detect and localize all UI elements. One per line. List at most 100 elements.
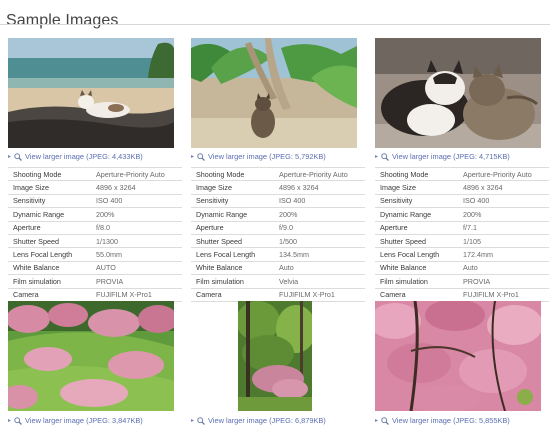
exif-label: Aperture [191, 221, 274, 235]
view-larger-link[interactable]: ▸ View larger image (JPEG: 3,847KB) [8, 416, 143, 425]
exif-value: Aperture-Priority Auto [91, 166, 182, 182]
exif-value: Auto [458, 261, 549, 276]
exif-value: 1/500 [274, 234, 365, 249]
magnifier-icon [14, 152, 22, 161]
photo-cat-beach [8, 38, 174, 148]
page-title: Sample Images [6, 11, 119, 29]
view-larger-link-text[interactable]: View larger image (JPEG: 3,847KB) [25, 416, 143, 425]
exif-value: Auto [274, 261, 365, 276]
view-larger-link-text[interactable]: View larger image (JPEG: 5,792KB) [208, 152, 326, 161]
exif-label: White Balance [8, 261, 91, 276]
sample-image-cat-on-rocks[interactable] [8, 38, 174, 148]
exif-label: Dynamic Range [8, 207, 91, 222]
triangle-right-icon: ▸ [8, 154, 12, 160]
exif-table: Shooting Mode Aperture-Priority Auto Imag… [191, 166, 365, 302]
exif-table: Shooting Mode Aperture-Priority Auto Imag… [375, 166, 549, 302]
exif-label: Camera [8, 288, 91, 302]
exif-label: Image Size [8, 180, 91, 195]
triangle-right-icon: ▸ [375, 154, 379, 160]
exif-row: White Balance AUTO [8, 261, 182, 276]
triangle-right-icon: ▸ [191, 154, 195, 160]
view-larger-link[interactable]: ▸ View larger image (JPEG: 5,855KB) [375, 416, 510, 425]
sample-image-cat-under-plants[interactable] [191, 38, 357, 148]
exif-row: Dynamic Range 200% [375, 207, 549, 222]
exif-label: Shooting Mode [191, 166, 274, 182]
triangle-right-icon: ▸ [191, 418, 195, 424]
view-larger-link-text[interactable]: View larger image (JPEG: 6,879KB) [208, 416, 326, 425]
view-larger-link[interactable]: ▸ View larger image (JPEG: 6,879KB) [191, 416, 326, 425]
exif-row: White Balance Auto [191, 261, 365, 276]
exif-value: FUJIFILM X-Pro1 [458, 288, 549, 302]
exif-value: FUJIFILM X-Pro1 [274, 288, 365, 302]
exif-row: White Balance Auto [375, 261, 549, 276]
exif-row: Lens Focal Length 55.0mm [8, 247, 182, 262]
sample-image-cherry-blossoms[interactable] [375, 301, 541, 411]
exif-label: Aperture [8, 221, 91, 235]
exif-label: Dynamic Range [191, 207, 274, 222]
exif-table: Shooting Mode Aperture-Priority Auto Imag… [8, 166, 182, 302]
exif-row: Camera FUJIFILM X-Pro1 [191, 288, 365, 302]
view-larger-link[interactable]: ▸ View larger image (JPEG: 4,715KB) [375, 152, 510, 161]
triangle-right-icon: ▸ [375, 418, 379, 424]
exif-value: ISO 400 [91, 194, 182, 209]
view-larger-link[interactable]: ▸ View larger image (JPEG: 4,433KB) [8, 152, 143, 161]
exif-row: Shutter Speed 1/1300 [8, 234, 182, 249]
photo-cherry-blossoms [375, 301, 541, 411]
exif-label: Lens Focal Length [191, 247, 274, 262]
exif-label: Lens Focal Length [8, 247, 91, 262]
photo-forest-tree [238, 301, 312, 411]
exif-label: Shooting Mode [375, 166, 458, 182]
exif-row: Film simulation Velvia [191, 274, 365, 289]
sample-image-forest-blossom[interactable] [238, 301, 312, 411]
exif-row: Shooting Mode Aperture-Priority Auto [191, 166, 365, 182]
exif-label: White Balance [375, 261, 458, 276]
exif-value: Velvia [274, 274, 365, 289]
view-larger-link-text[interactable]: View larger image (JPEG: 5,855KB) [392, 416, 510, 425]
exif-label: Shutter Speed [375, 234, 458, 249]
exif-row: Aperture f/7.1 [375, 221, 549, 235]
exif-value: 200% [274, 207, 365, 222]
exif-value: Aperture-Priority Auto [274, 166, 365, 182]
exif-value: PROVIA [91, 274, 182, 289]
exif-row: Lens Focal Length 134.5mm [191, 247, 365, 262]
exif-label: Sensitivity [191, 194, 274, 209]
exif-label: Camera [191, 288, 274, 302]
view-larger-link-text[interactable]: View larger image (JPEG: 4,715KB) [392, 152, 510, 161]
exif-label: Image Size [191, 180, 274, 195]
exif-value: f/7.1 [458, 221, 549, 235]
exif-value: 55.0mm [91, 247, 182, 262]
exif-row: Shooting Mode Aperture-Priority Auto [375, 166, 549, 182]
exif-value: 200% [458, 207, 549, 222]
exif-value: ISO 400 [458, 194, 549, 209]
exif-row: Shooting Mode Aperture-Priority Auto [8, 166, 182, 182]
exif-row: Shutter Speed 1/500 [191, 234, 365, 249]
view-larger-link[interactable]: ▸ View larger image (JPEG: 5,792KB) [191, 152, 326, 161]
exif-row: Film simulation PROVIA [375, 274, 549, 289]
exif-label: Sensitivity [375, 194, 458, 209]
exif-value: AUTO [91, 261, 182, 276]
sample-image-blossom-orchard[interactable] [8, 301, 174, 411]
magnifier-icon [197, 416, 205, 425]
exif-value: ISO 400 [274, 194, 365, 209]
exif-label: Sensitivity [8, 194, 91, 209]
exif-value: f/9.0 [274, 221, 365, 235]
triangle-right-icon: ▸ [8, 418, 12, 424]
exif-value: Aperture-Priority Auto [458, 166, 549, 182]
exif-row: Lens Focal Length 172.4mm [375, 247, 549, 262]
exif-row: Dynamic Range 200% [8, 207, 182, 222]
exif-row: Sensitivity ISO 400 [191, 194, 365, 209]
exif-label: Film simulation [8, 274, 91, 289]
magnifier-icon [197, 152, 205, 161]
photo-orchard [8, 301, 174, 411]
exif-label: Camera [375, 288, 458, 302]
exif-row: Image Size 4896 x 3264 [191, 180, 365, 195]
exif-value: 134.5mm [274, 247, 365, 262]
exif-value: 4896 x 3264 [91, 180, 182, 195]
view-larger-link-text[interactable]: View larger image (JPEG: 4,433KB) [25, 152, 143, 161]
photo-cat-plants [191, 38, 357, 148]
title-divider [0, 24, 550, 25]
exif-row: Dynamic Range 200% [191, 207, 365, 222]
exif-row: Film simulation PROVIA [8, 274, 182, 289]
sample-image-two-cats[interactable] [375, 38, 541, 148]
magnifier-icon [14, 416, 22, 425]
